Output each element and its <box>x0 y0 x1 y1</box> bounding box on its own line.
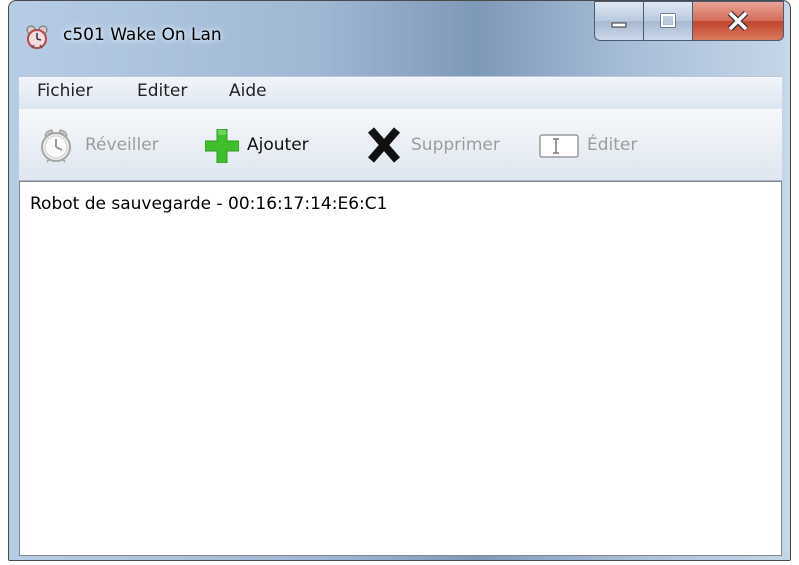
close-icon <box>693 2 783 40</box>
edit-label: Éditer <box>587 135 638 155</box>
minimize-button[interactable] <box>594 1 644 41</box>
delete-label: Supprimer <box>411 135 500 155</box>
menu-bar: Fichier Editer Aide <box>19 76 782 109</box>
window-title: c501 Wake On Lan <box>63 25 222 45</box>
menu-aide[interactable]: Aide <box>229 81 267 101</box>
wake-label: Réveiller <box>85 135 159 155</box>
maximize-icon <box>644 2 692 40</box>
alarm-clock-icon <box>37 126 75 168</box>
menu-editer[interactable]: Editer <box>137 81 187 101</box>
x-delete-icon <box>367 127 401 167</box>
minimize-icon <box>595 2 643 40</box>
app-window: c501 Wake On Lan Fichier Editer Aide Rév… <box>8 0 791 561</box>
list-item[interactable]: Robot de sauvegarde - 00:16:17:14:E6:C1 <box>30 194 387 214</box>
menu-fichier[interactable]: Fichier <box>37 81 93 101</box>
alarm-clock-app-icon <box>25 25 49 49</box>
device-list[interactable]: Robot de sauvegarde - 00:16:17:14:E6:C1 <box>19 181 782 556</box>
delete-button[interactable]: Supprimer <box>357 109 527 181</box>
maximize-button[interactable] <box>643 1 693 41</box>
plus-icon <box>204 128 240 167</box>
toolbar: Réveiller Ajouter Supprimer Éditer <box>19 109 782 181</box>
text-field-icon <box>539 134 579 162</box>
wake-button[interactable]: Réveiller <box>31 109 181 181</box>
title-bar[interactable]: c501 Wake On Lan <box>9 1 790 63</box>
add-button[interactable]: Ajouter <box>197 109 332 181</box>
edit-button[interactable]: Éditer <box>531 109 661 181</box>
add-label: Ajouter <box>247 135 309 155</box>
close-button[interactable] <box>692 1 784 41</box>
